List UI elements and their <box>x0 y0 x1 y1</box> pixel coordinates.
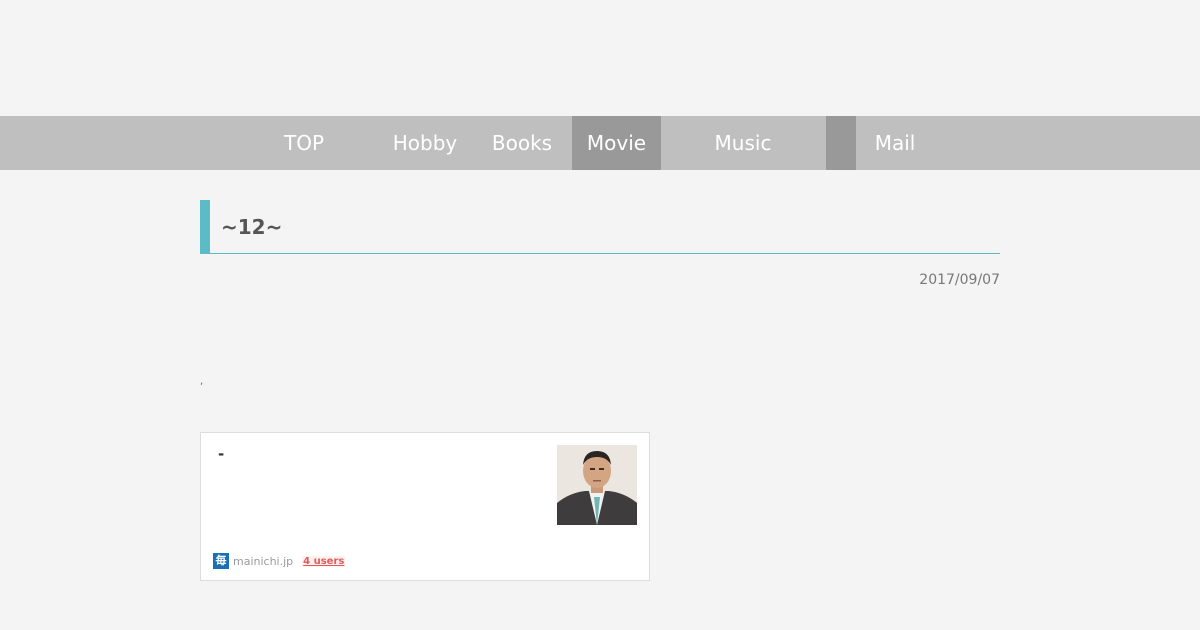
embed-card-title[interactable]: - <box>218 445 224 463</box>
nav-item-mail[interactable]: Mail <box>856 116 934 170</box>
title-accent-bar <box>200 200 210 254</box>
embed-card-footer: 毎 mainichi.jp 4 users <box>213 552 346 570</box>
post-body-text: , <box>200 376 204 387</box>
embed-thumbnail[interactable] <box>557 445 637 525</box>
nav-item-music[interactable]: Music <box>690 116 796 170</box>
nav-separator-block <box>826 116 856 170</box>
bookmark-users-link[interactable]: 4 users <box>302 555 346 567</box>
main-nav: TOP Hobby Books Movie Music Mail <box>0 116 1200 170</box>
portrait-image <box>557 445 637 525</box>
post-title-header: ~12~ <box>200 200 1000 254</box>
nav-item-top[interactable]: TOP <box>264 116 344 170</box>
post-date: 2017/09/07 <box>919 272 1000 288</box>
nav-item-movie[interactable]: Movie <box>572 116 661 170</box>
mainichi-favicon-icon: 毎 <box>213 553 229 569</box>
link-embed-card[interactable]: - 毎 mainichi.jp 4 users <box>200 432 650 581</box>
nav-item-hobby[interactable]: Hobby <box>380 116 470 170</box>
embed-domain[interactable]: mainichi.jp <box>233 555 293 568</box>
nav-item-books[interactable]: Books <box>480 116 564 170</box>
post-title: ~12~ <box>221 215 283 239</box>
